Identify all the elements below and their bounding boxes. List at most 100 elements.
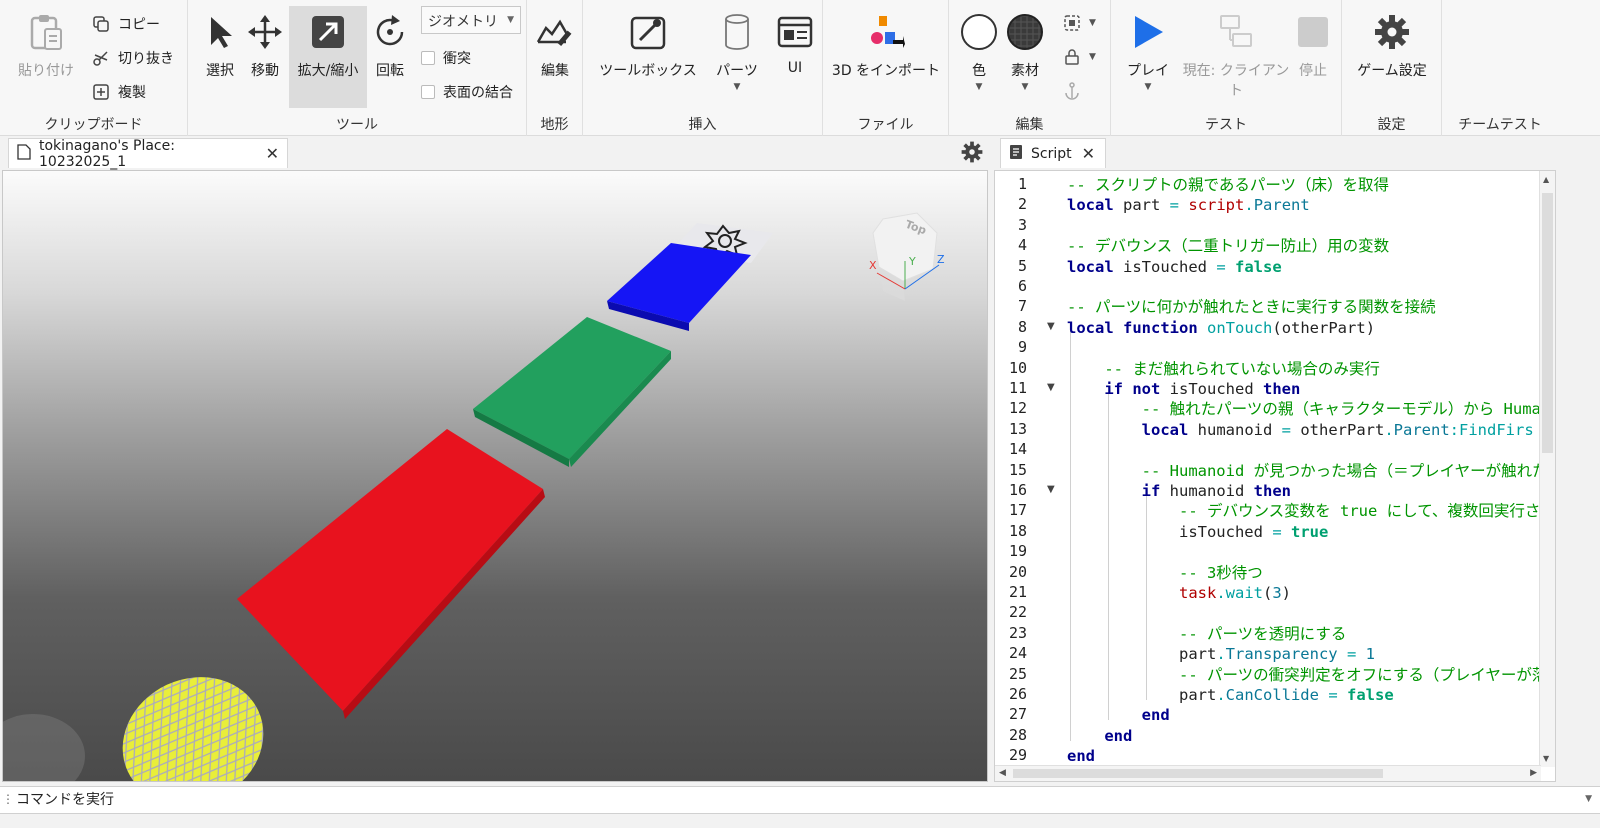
join-surfaces-checkbox[interactable] <box>421 85 435 99</box>
group-tool-button[interactable]: ▼ <box>1063 14 1096 32</box>
chevron-down-icon: ▼ <box>1089 18 1096 28</box>
line-number: 29 <box>1008 746 1027 765</box>
horizontal-scrollbar[interactable]: ◀ ▶ <box>995 765 1541 781</box>
tool-mode-dropdown[interactable]: ジオメトリ ▼ <box>421 6 521 34</box>
line-number-gutter: 1 2 3 4 5 6 7 8 9 10 11 12 13 14 15 16 17 18 19 20 21 22 23 24 2… <box>995 171 1043 767</box>
code-line[interactable]: -- パーツに何かが触れたときに実行する関数を接続 <box>1067 297 1436 317</box>
code-line[interactable]: -- デバウンス（二重トリガー防止）用の変数 <box>1067 236 1389 256</box>
code-line[interactable]: -- パーツの衝突判定をオフにする（プレイヤーが落ちるよう <box>1067 665 1539 685</box>
view-cube[interactable]: Top X Y Z <box>865 211 945 301</box>
line-number: 17 <box>1008 501 1027 520</box>
toolbox-button[interactable]: ツールボックス <box>595 12 701 80</box>
import-3d-button[interactable]: 3D をインポート <box>829 12 943 80</box>
fold-arrow-icon[interactable]: ▼ <box>1047 484 1055 495</box>
command-input[interactable] <box>10 788 1580 812</box>
select-tool-button[interactable]: 選択 <box>198 12 242 80</box>
game-settings-button[interactable]: ゲーム設定 <box>1348 12 1436 80</box>
command-bar: ⋮ ▼ <box>0 786 1600 814</box>
copy-button[interactable]: コピー <box>92 14 160 34</box>
scroll-down-icon[interactable]: ▼ <box>1543 754 1549 763</box>
line-number: 6 <box>1017 277 1027 295</box>
copy-icon <box>92 15 110 33</box>
yellow-cylinder-part[interactable] <box>102 654 285 782</box>
scroll-left-icon[interactable]: ◀ <box>999 768 1006 778</box>
code-line[interactable]: if humanoid then <box>1067 481 1291 501</box>
code-line[interactable]: local humanoid = otherPart.Parent:FindFi… <box>1067 420 1534 440</box>
current-client-label-2: ト <box>1229 83 1243 99</box>
join-surfaces-toggle[interactable]: 表面の結合 <box>421 82 513 102</box>
code-line[interactable]: if not isTouched then <box>1067 379 1300 399</box>
color-label: 色 <box>972 63 986 79</box>
gear-icon <box>1372 12 1412 52</box>
scale-tool-button[interactable]: 拡大/縮小 <box>291 12 365 80</box>
code-line[interactable]: isTouched = true <box>1067 522 1328 542</box>
code-line[interactable]: end <box>1067 746 1095 766</box>
code-line[interactable]: -- デバウンス変数を true にして、複数回実行されるの <box>1067 501 1539 521</box>
chevron-down-icon[interactable]: ▼ <box>1585 794 1592 804</box>
part-button[interactable]: パーツ ▼ <box>711 12 763 92</box>
code-line[interactable]: -- 3秒待つ <box>1067 563 1263 583</box>
clipboard-icon <box>26 12 66 52</box>
move-tool-button[interactable]: 移動 <box>243 12 287 80</box>
code-line[interactable]: -- まだ触れられていない場合のみ実行 <box>1067 359 1380 379</box>
code-line[interactable]: -- Humanoid が見つかった場合（＝プレイヤーが触れた場合 <box>1067 461 1539 481</box>
code-line[interactable]: end <box>1067 705 1170 725</box>
client-server-icon <box>1216 12 1256 52</box>
terrain-editor-button[interactable]: 編集 <box>533 12 577 80</box>
line-number: 15 <box>1008 460 1027 479</box>
code-line[interactable]: local isTouched = false <box>1067 257 1282 277</box>
line-number: 3 <box>1017 215 1027 234</box>
horizontal-scroll-thumb[interactable] <box>1013 769 1383 778</box>
current-client-label-1: 現在: クライアン <box>1182 63 1290 79</box>
cut-button[interactable]: 切り抜き <box>92 48 174 68</box>
code-line[interactable]: task.wait(3) <box>1067 583 1291 603</box>
anchor-tool-button[interactable] <box>1063 82 1089 100</box>
code-line[interactable]: end <box>1067 726 1132 746</box>
code-line[interactable]: -- パーツを透明にする <box>1067 624 1346 644</box>
color-button[interactable]: 色 ▼ <box>959 12 999 92</box>
duplicate-button[interactable]: 複製 <box>92 82 146 102</box>
vertical-scroll-thumb[interactable] <box>1542 193 1553 453</box>
rotate-tool-button[interactable]: 回転 <box>368 12 412 80</box>
vertical-scrollbar[interactable]: ▲ ▼ <box>1539 171 1555 767</box>
code-line[interactable]: part.Transparency = 1 <box>1067 644 1375 664</box>
close-icon[interactable]: ✕ <box>266 144 279 163</box>
chevron-down-icon: ▼ <box>507 15 514 25</box>
code-line[interactable]: -- スクリプトの親であるパーツ（床）を取得 <box>1067 175 1389 195</box>
close-icon[interactable]: ✕ <box>1082 144 1095 163</box>
line-number: 21 <box>1008 583 1027 601</box>
ghost-object <box>3 714 85 781</box>
play-button[interactable]: プレイ ▼ <box>1119 12 1177 92</box>
lock-tool-button[interactable]: ▼ <box>1063 48 1096 66</box>
script-icon <box>1009 144 1023 164</box>
line-number: 28 <box>1008 725 1027 744</box>
code-line[interactable]: -- 触れたパーツの親（キャラクターモデル）から Humanoid を <box>1067 399 1539 419</box>
paste-button[interactable]: 貼り付け <box>14 12 78 80</box>
code-area[interactable]: -- スクリプトの親であるパーツ（床）を取得 local part = scrip… <box>1067 171 1539 767</box>
collisions-checkbox[interactable] <box>421 51 435 65</box>
tab-script[interactable]: Script ✕ <box>1000 138 1106 168</box>
scroll-up-icon[interactable]: ▲ <box>1543 175 1549 184</box>
import-3d-label: 3D をインポート <box>831 63 941 79</box>
scale-label: 拡大/縮小 <box>297 63 359 79</box>
code-line[interactable]: local function onTouch(otherPart) <box>1067 318 1375 338</box>
group-icon <box>1063 14 1081 32</box>
viewport-settings-gear-icon[interactable] <box>961 141 983 163</box>
3d-viewport[interactable]: Top X Y Z <box>2 170 988 782</box>
stop-label: 停止 <box>1299 63 1327 79</box>
code-line[interactable]: part.CanCollide = false <box>1067 685 1394 705</box>
fold-arrow-icon[interactable]: ▼ <box>1047 321 1055 332</box>
edit-group-label: 編集 <box>1015 117 1044 133</box>
move-arrows-icon <box>245 12 285 52</box>
material-button[interactable]: 素材 ▼ <box>1005 12 1045 92</box>
ui-button[interactable]: UI <box>773 12 817 76</box>
current-client-button[interactable]: 現在: クライアン ト <box>1179 12 1293 100</box>
stop-button[interactable]: 停止 <box>1291 12 1335 80</box>
fold-arrow-icon[interactable]: ▼ <box>1047 382 1055 393</box>
scroll-right-icon[interactable]: ▶ <box>1530 768 1537 778</box>
collisions-toggle[interactable]: 衝突 <box>421 48 471 68</box>
script-editor[interactable]: 1 2 3 4 5 6 7 8 9 10 11 12 13 14 15 16 17 18 19 20 21 22 23 24 2… <box>994 170 1556 782</box>
code-line[interactable]: local part = script.Parent <box>1067 195 1310 215</box>
play-icon <box>1128 12 1168 52</box>
tab-place[interactable]: tokinagano's Place: 10232025_1 ✕ <box>8 138 288 170</box>
